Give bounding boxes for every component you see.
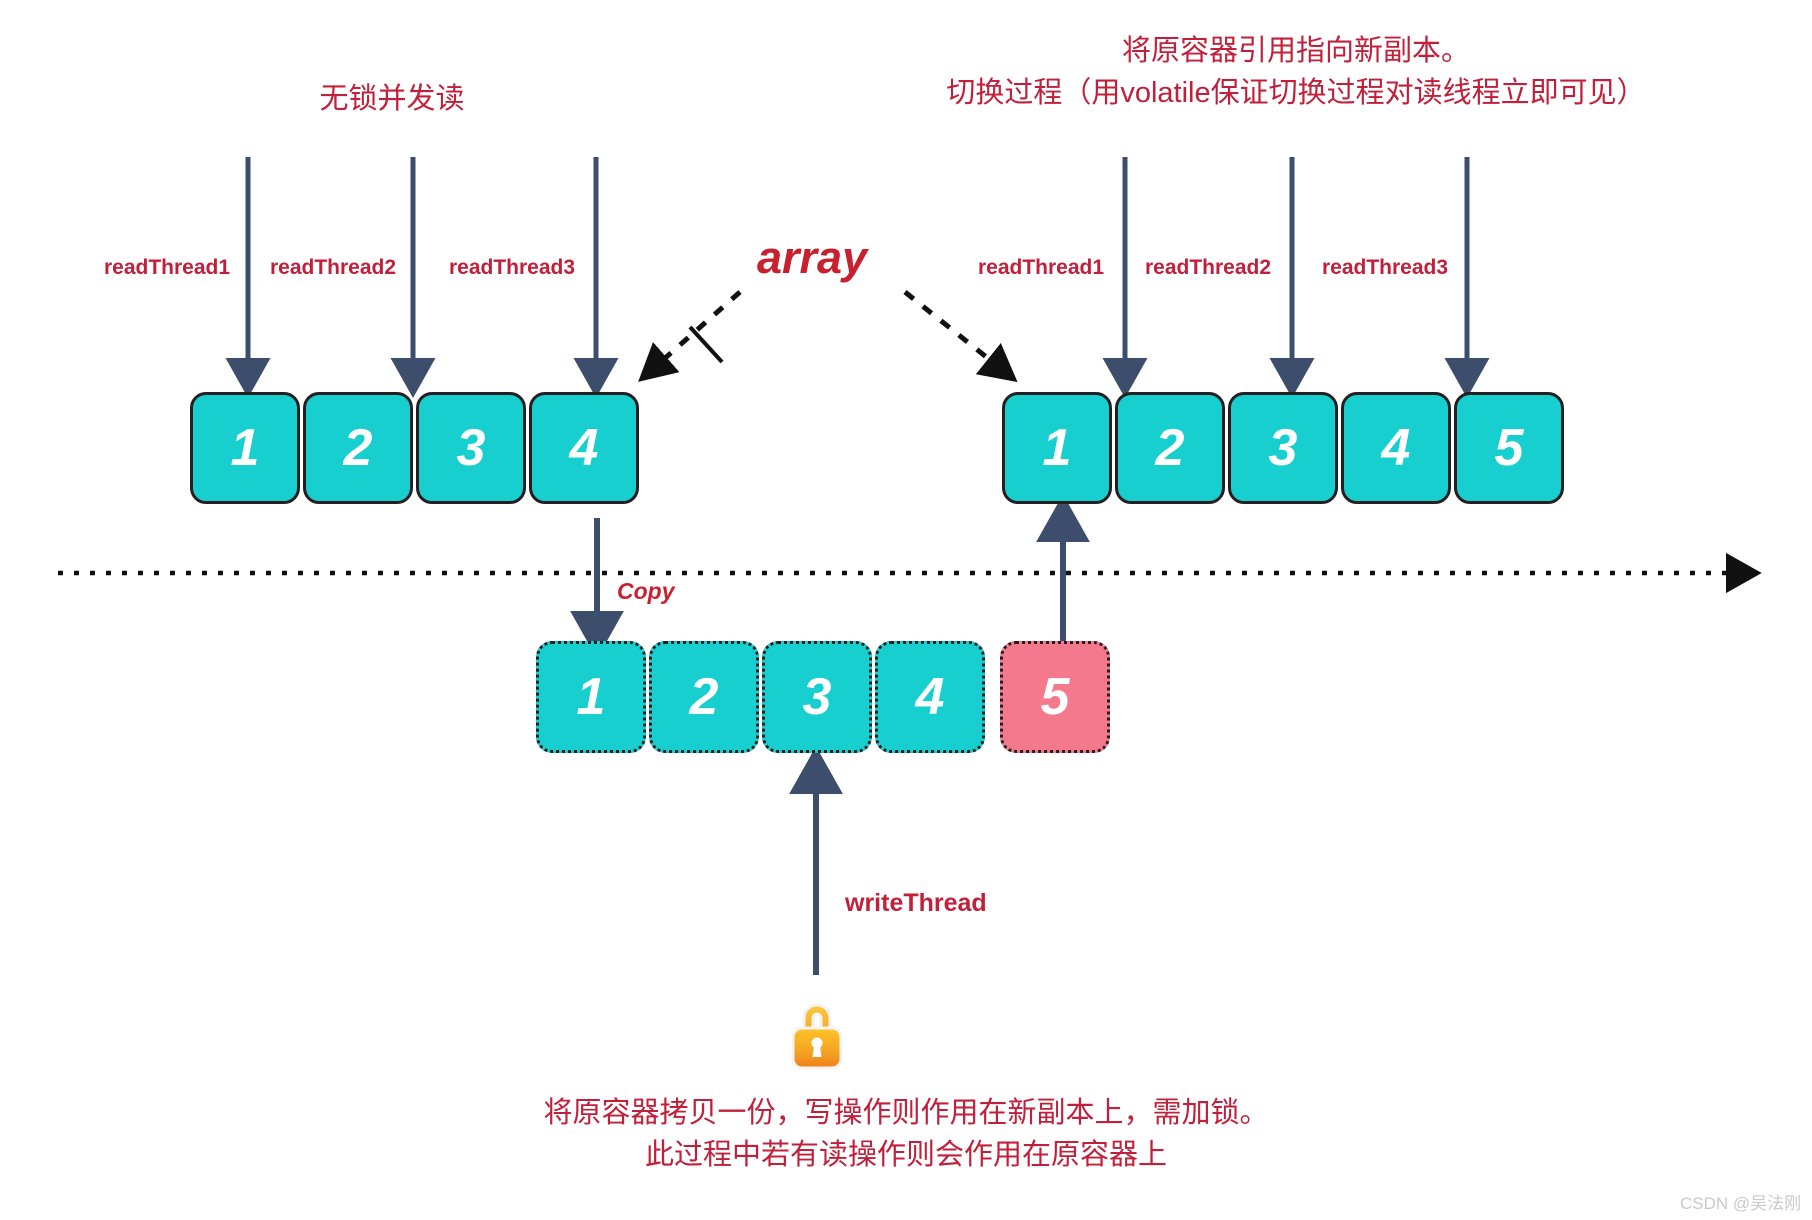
array-cell: 4 [1341,392,1451,504]
array-cell: 1 [536,641,646,753]
cell-value: 1 [576,668,606,726]
note-switch-reference: 将原容器引用指向新副本。 切换过程（用volatile保证切换过程对读线程立即可… [880,30,1712,114]
array-pointer-label: array [757,232,868,283]
cell-value: 2 [689,668,719,726]
note-lock-free-read: 无锁并发读 [319,83,465,115]
cell-value: 1 [230,419,260,477]
array-cell: 1 [1002,392,1112,504]
cell-value: 5 [1494,419,1524,477]
arrows-layer [58,157,1762,975]
write-thread-label: writeThread [845,889,987,917]
array-cell: 3 [762,641,872,753]
note-copy-on-write: 将原容器拷贝一份，写操作则作用在新副本上，需加锁。 此过程中若有读操作则会作用在… [406,1092,1406,1176]
read-thread-label-left-2: readThread2 [270,256,397,279]
read-thread-label-right-2: readThread2 [1145,256,1272,279]
read-thread-label-right-3: readThread3 [1322,256,1449,279]
cell-value: 2 [343,419,373,477]
array-cell: 3 [1228,392,1338,504]
array-cell: 2 [303,392,413,504]
copy-array: 1 2 3 4 5 [536,641,1111,761]
lock-icon [782,995,852,1075]
stale-reference-slash [688,325,724,364]
cell-value: 4 [569,419,599,477]
array-cell: 4 [875,641,985,753]
note-switch-reference-line1: 将原容器引用指向新副本。 [1121,35,1470,67]
note-switch-reference-line2: 切换过程（用volatile保证切换过程对读线程立即可见） [946,77,1646,110]
array-pointer-arrows [638,290,1018,383]
new-array: 1 2 3 4 5 [1002,392,1577,512]
cell-value: 3 [456,419,486,477]
read-thread-label-left-1: readThread1 [104,256,231,279]
watermark: CSDN @吴法刚 [1680,1194,1802,1213]
copy-label: Copy [617,578,675,604]
cell-value: 5 [1040,668,1070,726]
array-cell: 1 [190,392,300,504]
array-cell-new-element: 5 [1000,641,1110,753]
array-cell: 3 [416,392,526,504]
cell-value: 3 [1268,419,1298,477]
diagram-canvas: 无锁并发读 将原容器引用指向新副本。 切换过程（用volatile保证切换过程对… [0,0,1812,1220]
note-copy-on-write-line2: 此过程中若有读操作则会作用在原容器上 [644,1139,1167,1172]
cell-value: 4 [915,668,945,726]
original-array: 1 2 3 4 [190,392,650,512]
note-copy-on-write-line1: 将原容器拷贝一份，写操作则作用在新副本上，需加锁。 [543,1097,1269,1129]
array-cell: 2 [649,641,759,753]
cell-value: 3 [802,668,832,726]
array-cell: 4 [529,392,639,504]
array-cell: 2 [1115,392,1225,504]
read-thread-label-left-3: readThread3 [449,256,576,279]
cell-value: 2 [1155,419,1185,477]
cell-value: 1 [1042,419,1072,477]
read-thread-label-right-1: readThread1 [978,256,1105,279]
cell-value: 4 [1381,419,1411,477]
array-cell: 5 [1454,392,1564,504]
